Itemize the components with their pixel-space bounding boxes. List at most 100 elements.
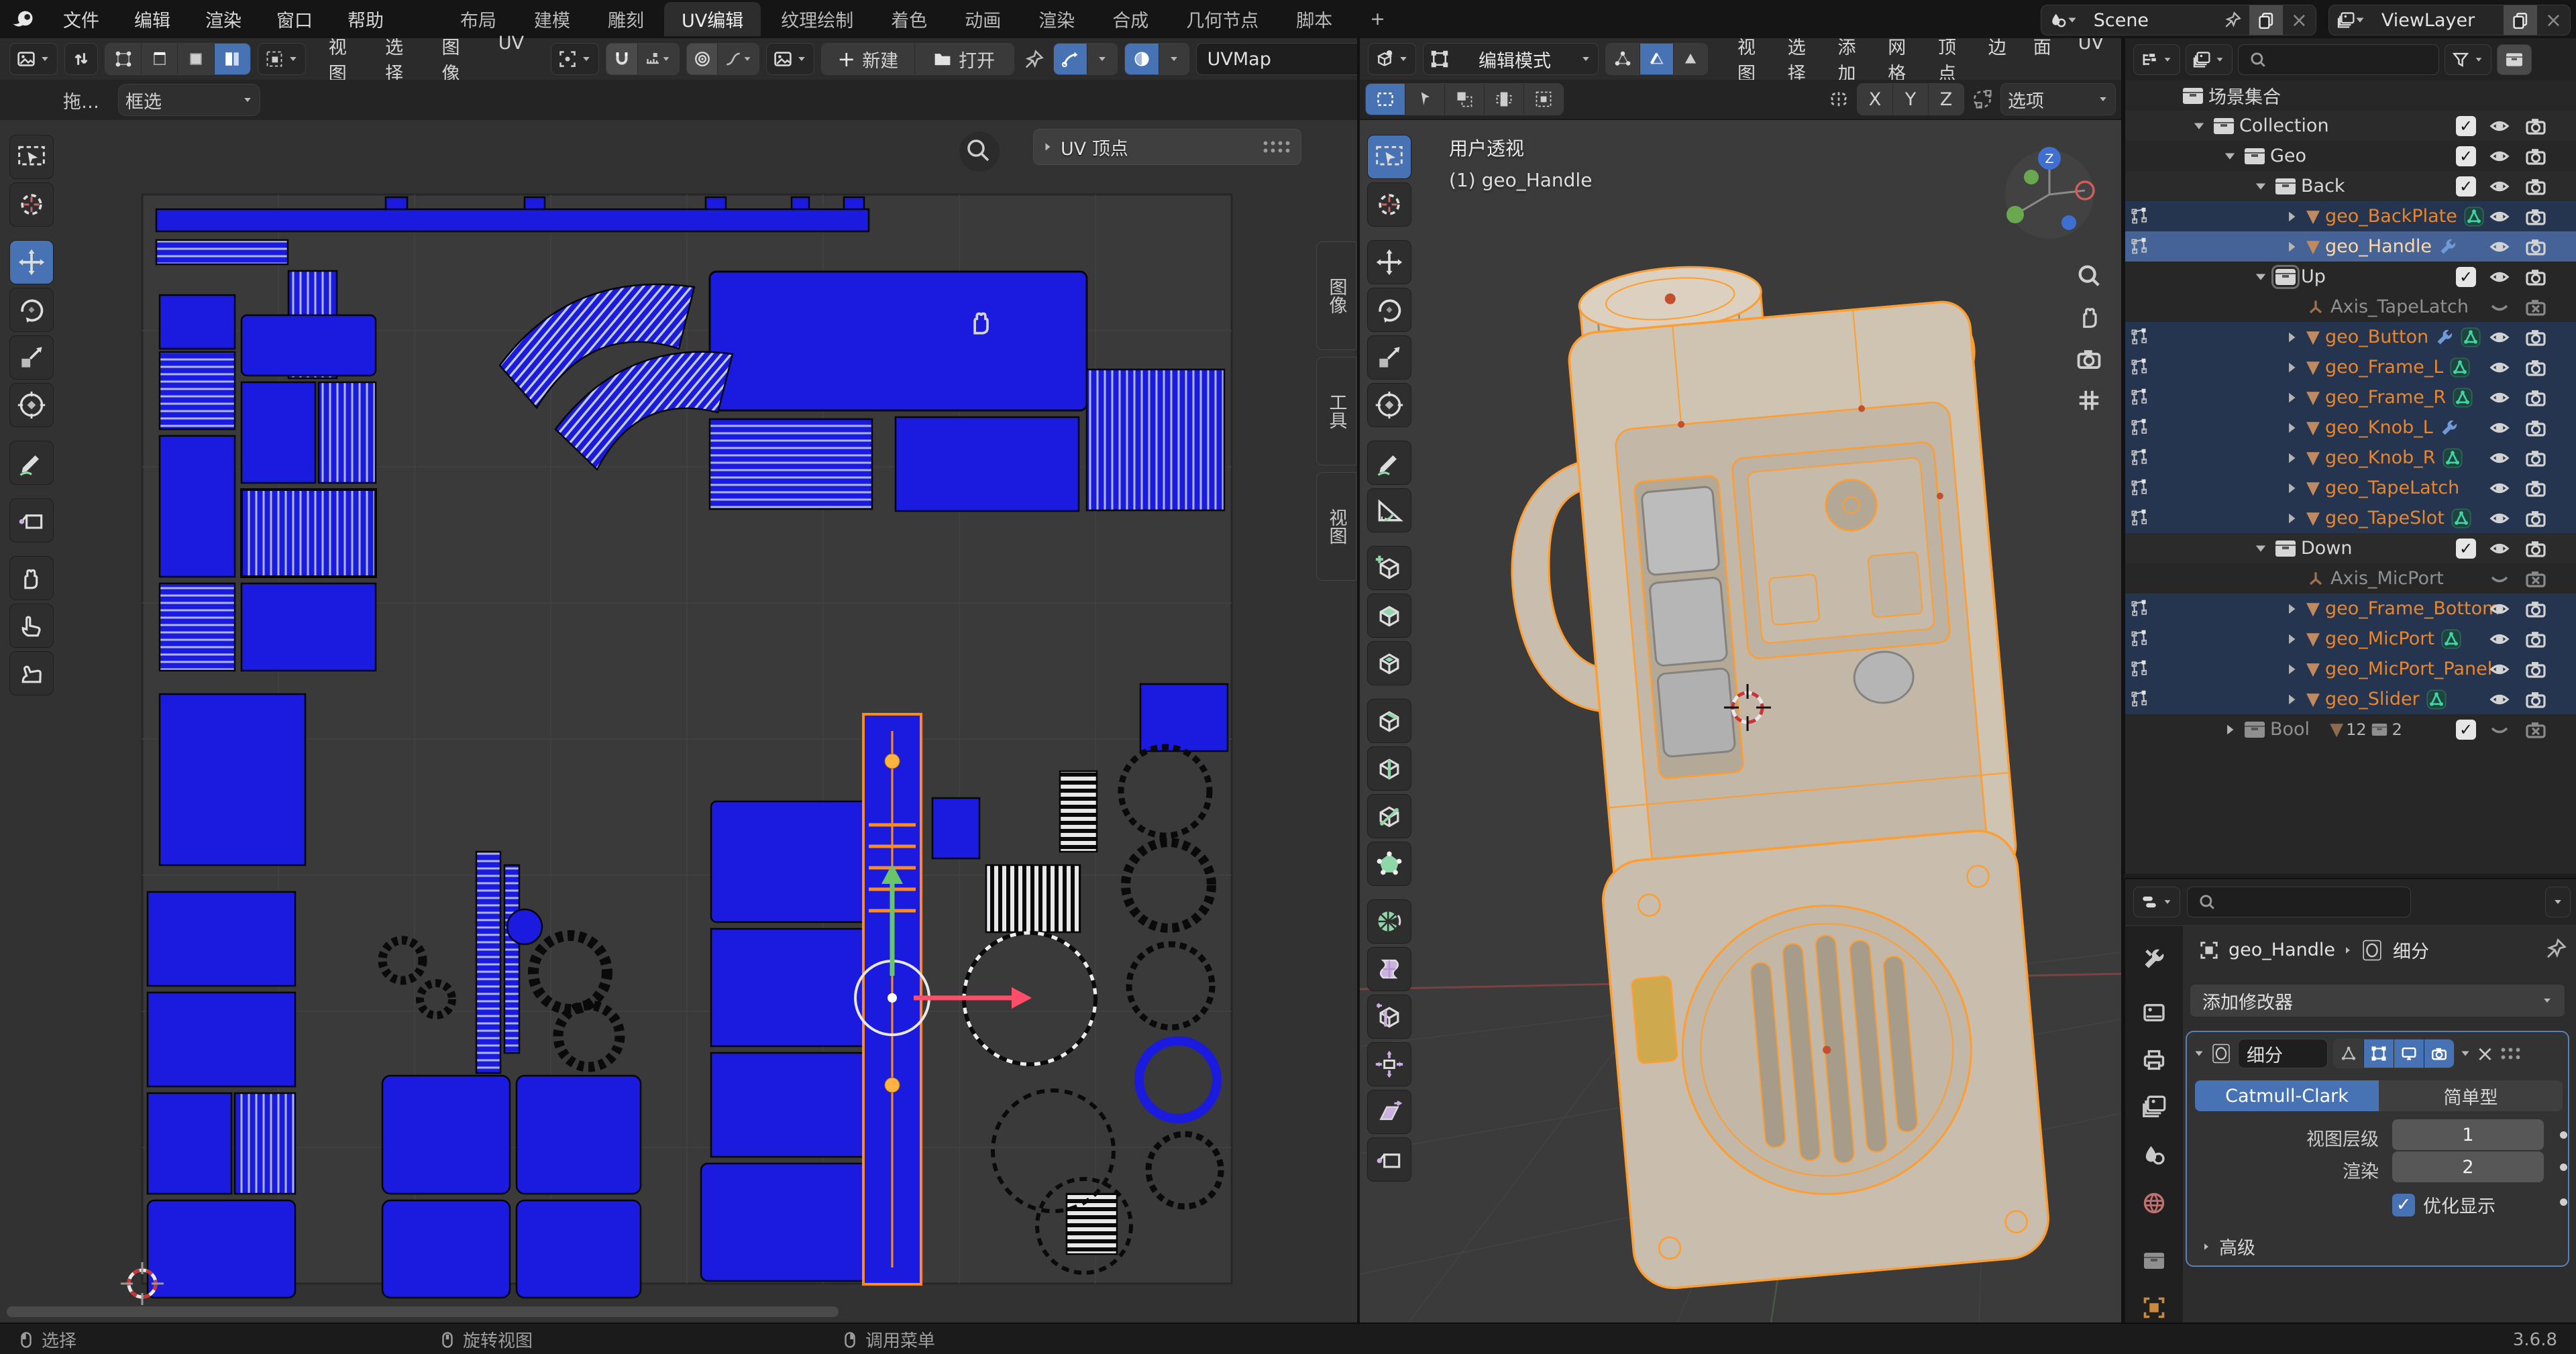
cam-toggle-icon[interactable] [2522,322,2549,352]
collection-checkbox[interactable]: ✓ [2453,171,2479,201]
workspace-tab-sculpting[interactable]: 雕刻 [590,2,661,36]
vp-menu-vertex[interactable]: 顶点 [1927,38,1972,81]
uv-gizmos-toggle[interactable] [1054,44,1088,74]
modifier-editmode-toggle[interactable] [2364,1039,2394,1068]
camx-toggle-icon[interactable] [2522,563,2549,594]
cam-toggle-icon[interactable] [2522,594,2549,624]
uv-snap-settings-dropdown[interactable] [638,44,679,74]
edge-slide-tool[interactable] [1367,995,1411,1039]
camx-toggle-icon[interactable] [2522,714,2549,744]
vp-menu-add[interactable]: 添加 [1827,38,1872,81]
uv-canvas[interactable] [0,120,1357,1322]
viewport-canvas[interactable] [1360,120,2121,1322]
vp-camera-view-icon[interactable] [2076,346,2102,372]
modifier-name-field[interactable]: 细分 [2238,1039,2328,1068]
cursor-tool[interactable] [9,182,54,227]
tab-world-icon[interactable] [2135,1184,2174,1223]
cam-toggle-icon[interactable] [2522,231,2549,262]
expand-closed-icon[interactable] [2284,691,2300,708]
add-cube-tool[interactable] [1367,546,1411,590]
smooth-tool[interactable] [1367,947,1411,991]
uv-image-browse-dropdown[interactable] [766,43,814,75]
expand-closed-icon[interactable] [2284,480,2300,496]
bevel-tool[interactable] [1367,699,1411,743]
relax-tool[interactable] [9,604,54,648]
cam-toggle-icon[interactable] [2522,503,2549,533]
vp-menu-edge[interactable]: 边 [1978,38,2017,81]
add-modifier-dropdown[interactable]: 添加修改器 [2190,984,2565,1017]
outliner-row-Down[interactable]: Down✓ [2125,533,2576,563]
workspace-tab-texture-paint[interactable]: 纹理绘制 [763,2,871,36]
expand-closed-icon[interactable] [2284,510,2300,526]
scale-tool[interactable] [1367,335,1411,380]
expand-closed-icon[interactable] [2284,661,2300,677]
cam-toggle-icon[interactable] [2522,654,2549,684]
outliner-row-geo_TapeLatch[interactable]: ▼geo_TapeLatch [2125,473,2576,503]
eye-toggle-icon[interactable] [2486,533,2513,563]
cam-toggle-icon[interactable] [2522,533,2549,563]
cam-toggle-icon[interactable] [2522,624,2549,654]
menu-file[interactable]: 文件 [46,6,117,32]
outliner-row-geo_Slider[interactable]: ▼geo_Slider [2125,684,2576,714]
vp-menu-select[interactable]: 选择 [1777,38,1822,81]
select-box-tool[interactable] [1367,135,1411,179]
cam-toggle-icon[interactable] [2522,352,2549,382]
levels-render-animate-dot[interactable] [2560,1164,2567,1171]
rotate-tool[interactable] [1367,288,1411,332]
tab-output-icon[interactable] [2135,1040,2174,1079]
outliner-row-场景集合[interactable]: 场景集合 [2125,80,2576,111]
expand-open-icon[interactable] [2222,148,2238,164]
uv-pan-icon[interactable] [966,308,994,337]
eye-toggle-icon[interactable] [2486,594,2513,624]
uv-snap-toggle[interactable] [606,44,638,74]
modifier-edit-cage-toggle[interactable] [2334,1039,2364,1068]
eye-toggle-icon[interactable] [2486,352,2513,382]
subdiv-simple-button[interactable]: 简单型 [2379,1080,2563,1111]
outliner-row-geo_Handle[interactable]: ▼geo_Handle [2125,231,2576,262]
vp-falloff-icon[interactable] [1971,88,1994,111]
modifier-drag-grip-icon[interactable] [2500,1046,2522,1061]
cam-toggle-icon[interactable] [2522,201,2549,231]
vp-ortho-toggle-icon[interactable] [2076,388,2102,413]
cam-toggle-icon[interactable] [2522,473,2549,503]
poly-build-tool[interactable] [1367,842,1411,886]
outliner-editor-type-dropdown[interactable] [2133,44,2180,75]
uv-sidebar-tab-tool[interactable]: 工具 [1316,357,1356,465]
collection-checkbox[interactable]: ✓ [2453,141,2479,171]
outliner-row-geo_Knob_R[interactable]: ▼geo_Knob_R [2125,443,2576,473]
tab-collection-icon[interactable] [2135,1241,2174,1280]
menu-help[interactable]: 帮助 [330,6,401,32]
viewport-editor-type-dropdown[interactable] [1368,43,1416,75]
advanced-section-header[interactable]: 高级 [2203,1233,2255,1259]
uv-select-vertex-button[interactable] [105,44,142,74]
annotate-tool[interactable] [9,441,54,485]
camx-toggle-icon[interactable] [2522,292,2549,322]
shear-tool[interactable] [1367,1090,1411,1134]
vp-select-box-variant[interactable] [1366,84,1405,115]
optimal-display-animate-dot[interactable] [2560,1198,2567,1206]
eyeoff-toggle-icon[interactable] [2486,714,2513,744]
scene-unlink-button[interactable]: × [2283,5,2316,35]
uv-vertex-panel-header[interactable]: UV 顶点 [1033,129,1301,165]
expand-closed-icon[interactable] [2284,359,2300,376]
eye-toggle-icon[interactable] [2486,201,2513,231]
cam-toggle-icon[interactable] [2522,262,2549,292]
eye-toggle-icon[interactable] [2486,473,2513,503]
uv-select-edge-button[interactable] [142,44,178,74]
vp-select-tweak-variant[interactable] [1405,84,1445,115]
extrude-region-tool[interactable] [1367,594,1411,638]
uv-editor-type-dropdown[interactable] [9,43,58,75]
shrink-fatten-tool[interactable] [1367,1042,1411,1086]
tab-render-icon[interactable] [2135,993,2174,1032]
uv-sync-selection-toggle[interactable] [64,43,98,75]
grab-tool[interactable] [9,556,54,600]
transform-tool[interactable] [1367,383,1411,427]
modifier-realtime-toggle[interactable] [2394,1039,2424,1068]
vp-menu-view[interactable]: 视图 [1727,38,1772,81]
tab-tool-icon[interactable] [2135,940,2174,978]
mirror-x-button[interactable]: X [1858,84,1893,115]
workspace-tab-geometry-nodes[interactable]: 几何节点 [1169,2,1276,36]
workspace-tab-rendering[interactable]: 渲染 [1021,2,1092,36]
outliner-new-collection-button[interactable] [2497,44,2532,75]
uv-overlays-toggle[interactable] [1125,44,1159,74]
